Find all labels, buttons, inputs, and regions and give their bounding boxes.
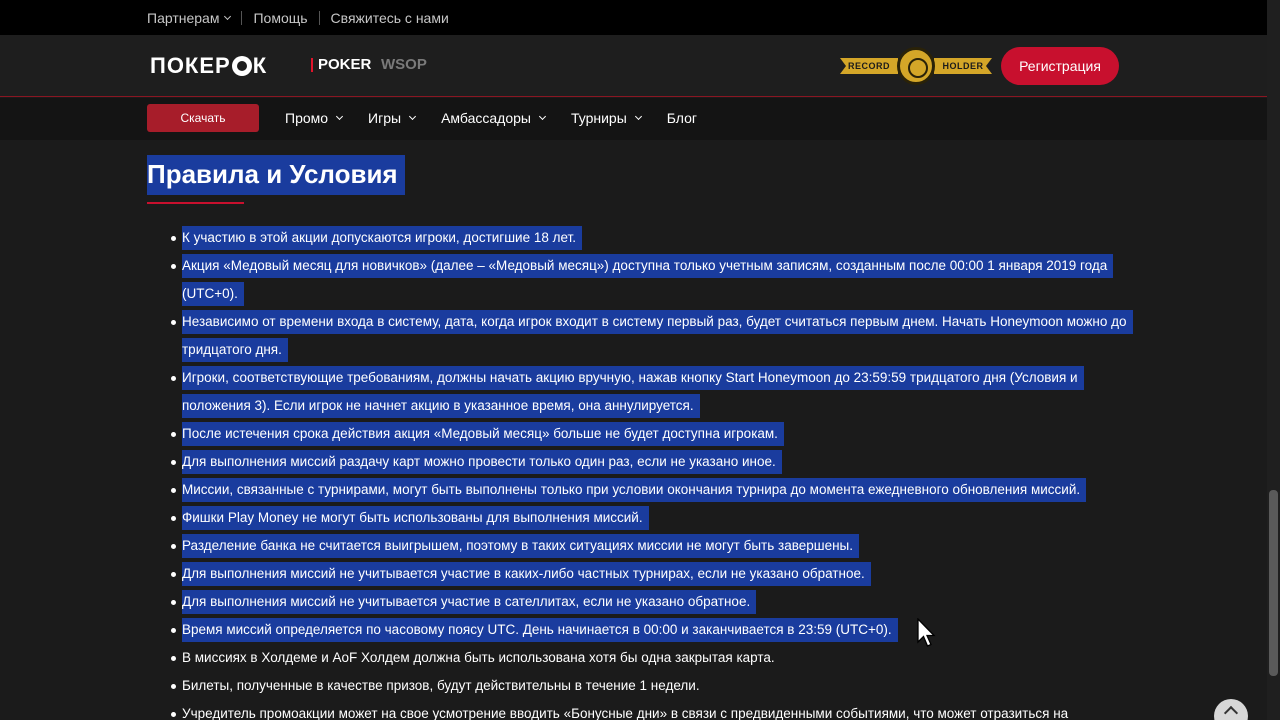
- list-item: Разделение банка не считается выигрышем,…: [147, 532, 1137, 560]
- chevron-down-icon: [336, 112, 344, 121]
- list-item: Время миссий определяется по часовому по…: [147, 616, 1137, 644]
- brand-poker-label: POKER: [318, 56, 372, 73]
- contact-link[interactable]: Свяжитесь с нами: [331, 10, 449, 26]
- nav-menu: Промо Игры Амбассадоры Турниры Блог: [285, 98, 723, 138]
- list-item: Билеты, полученные в качестве призов, бу…: [147, 672, 1137, 700]
- logo-text-left: ПОКЕР: [150, 53, 231, 78]
- list-item: Миссии, связанные с турнирами, могут быт…: [147, 476, 1137, 504]
- rule-text: К участию в этой акции допускаются игрок…: [182, 226, 582, 250]
- rule-text: Независимо от времени входа в систему, д…: [182, 310, 1133, 362]
- arrow-up-icon: [1223, 705, 1239, 720]
- nav-item-games[interactable]: Игры: [368, 110, 417, 126]
- top-links: Партнерам Помощь Свяжитесь с нами: [147, 0, 449, 35]
- nav-item-label: Турниры: [570, 110, 627, 126]
- list-item: Для выполнения миссий не учитывается уча…: [147, 588, 1137, 616]
- list-item: Игроки, соответствующие требованиям, дол…: [147, 364, 1137, 420]
- brand-divider: [311, 57, 313, 72]
- back-to-top-button[interactable]: [1214, 699, 1248, 720]
- poker-chip-icon: [231, 56, 252, 76]
- rule-text: Игроки, соответствующие требованиям, дол…: [182, 366, 1084, 418]
- main-nav: Скачать Промо Игры Амбассадоры Турниры Б…: [0, 98, 1280, 140]
- rule-text: После истечения срока действия акция «Ме…: [182, 422, 784, 446]
- rule-text: Миссии, связанные с турнирами, могут быт…: [182, 478, 1087, 502]
- list-item: После истечения срока действия акция «Ме…: [147, 420, 1137, 448]
- rule-text: Для выполнения миссий не учитывается уча…: [182, 562, 871, 586]
- partners-link[interactable]: Партнерам: [147, 9, 232, 26]
- rule-text: Акция «Медовый месяц для новичков» (дале…: [182, 254, 1114, 306]
- rule-text: Для выполнения миссий раздачу карт можно…: [182, 450, 782, 474]
- record-ribbon-left: RECORD: [840, 58, 898, 74]
- nav-item-label: Игры: [368, 110, 402, 126]
- rules-list: К участию в этой акции допускаются игрок…: [147, 224, 1137, 720]
- nav-item-promo[interactable]: Промо: [285, 110, 344, 126]
- brand-wsop-link[interactable]: WSOP: [381, 56, 427, 73]
- list-item: К участию в этой акции допускаются игрок…: [147, 224, 1137, 252]
- scrollbar[interactable]: [1267, 0, 1280, 720]
- nav-item-blog[interactable]: Блог: [667, 110, 697, 126]
- record-ribbon-right: HOLDER: [934, 58, 992, 74]
- list-item: Фишки Play Money не могут быть использов…: [147, 504, 1137, 532]
- rule-text: Фишки Play Money не могут быть использов…: [182, 506, 649, 530]
- nav-item-ambassadors[interactable]: Амбассадоры: [441, 110, 547, 126]
- register-button[interactable]: Регистрация: [1001, 47, 1119, 85]
- list-item: В миссиях в Холдеме и AoF Холдем должна …: [147, 644, 1137, 672]
- title-underline: [147, 202, 244, 204]
- nav-item-tournaments[interactable]: Турниры: [570, 110, 642, 126]
- partners-link-label: Партнерам: [147, 9, 220, 26]
- chevron-down-icon: [224, 12, 232, 20]
- rule-text: В миссиях в Холдеме и AoF Холдем должна …: [182, 650, 775, 665]
- chevron-down-icon: [409, 112, 417, 121]
- rule-text: Время миссий определяется по часовому по…: [182, 618, 898, 642]
- rule-text: Для выполнения миссий не учитывается уча…: [182, 590, 757, 614]
- chevron-down-icon: [538, 112, 547, 121]
- mouse-cursor-icon: [917, 618, 936, 647]
- rule-text: Учредитель промоакции может на свое усмо…: [182, 706, 1069, 720]
- chevron-down-icon: [634, 112, 642, 121]
- logo-text-right: К: [252, 53, 268, 78]
- nav-item-label: Блог: [666, 110, 698, 126]
- guinness-seal-icon: [897, 47, 935, 85]
- divider: [241, 10, 243, 25]
- page-title: Правила и Условия: [147, 155, 405, 195]
- nav-item-label: Промо: [285, 110, 329, 126]
- list-item: Независимо от времени входа в систему, д…: [147, 308, 1137, 364]
- pokerok-logo[interactable]: ПОКЕР К: [150, 53, 267, 79]
- site-header: ПОКЕР К POKER WSOP RECORD HOLDER Регистр…: [0, 35, 1280, 97]
- rule-text: Разделение банка не считается выигрышем,…: [182, 534, 859, 558]
- record-holder-badge: RECORD HOLDER: [840, 47, 992, 85]
- list-item: Акция «Медовый месяц для новичков» (дале…: [147, 252, 1137, 308]
- section-heading: Правила и Условия: [147, 155, 405, 204]
- top-bar: Партнерам Помощь Свяжитесь с нами: [0, 0, 1280, 35]
- help-link[interactable]: Помощь: [253, 10, 307, 26]
- download-button[interactable]: Скачать: [147, 104, 259, 132]
- rule-text: Билеты, полученные в качестве призов, бу…: [182, 678, 700, 693]
- divider: [318, 10, 320, 25]
- list-item: Для выполнения миссий раздачу карт можно…: [147, 448, 1137, 476]
- scrollbar-thumb[interactable]: [1269, 490, 1278, 676]
- brand-poker-link[interactable]: POKER: [311, 56, 371, 73]
- list-item: Для выполнения миссий не учитывается уча…: [147, 560, 1137, 588]
- nav-item-label: Амбассадоры: [441, 110, 531, 126]
- list-item: Учредитель промоакции может на свое усмо…: [147, 700, 1137, 720]
